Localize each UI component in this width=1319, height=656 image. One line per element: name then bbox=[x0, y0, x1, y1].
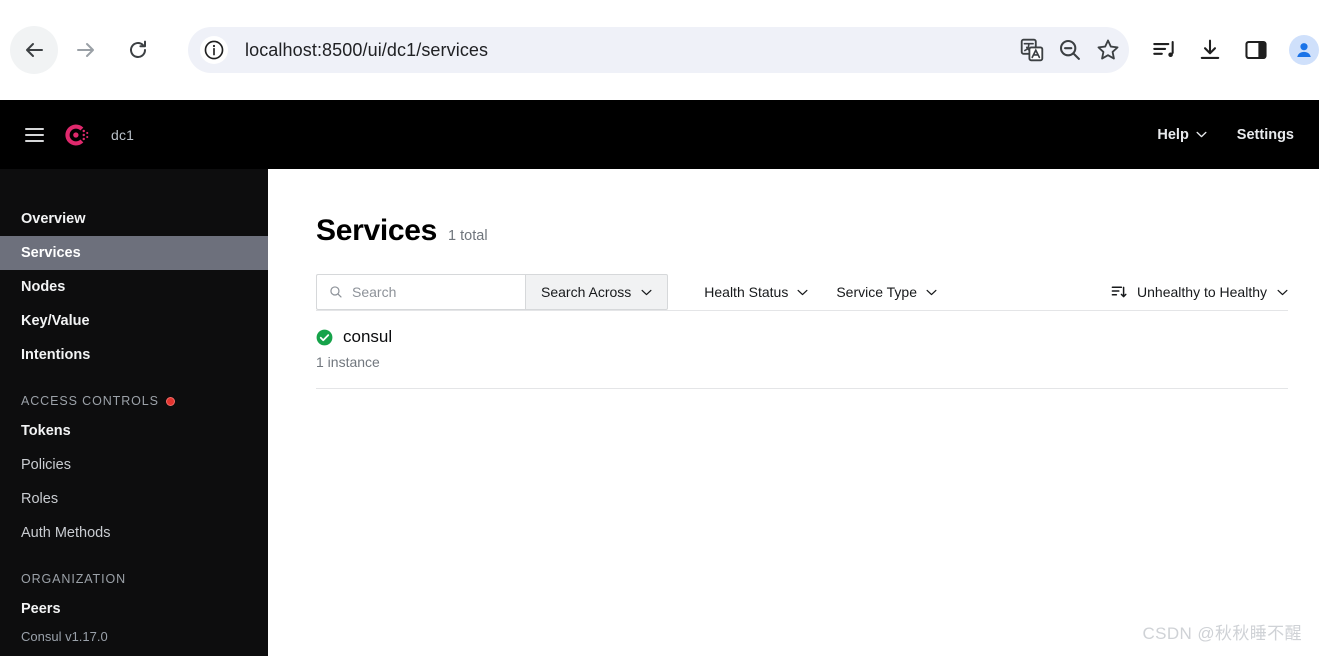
sidebar-item-roles[interactable]: Roles bbox=[0, 482, 268, 516]
translate-icon[interactable] bbox=[1019, 37, 1045, 63]
chevron-down-icon bbox=[1277, 289, 1288, 295]
zoom-out-icon[interactable] bbox=[1057, 37, 1083, 63]
sidebar-item-intentions[interactable]: Intentions bbox=[0, 338, 268, 372]
forward-arrow-icon bbox=[77, 43, 94, 57]
url-text: localhost:8500/ui/dc1/services bbox=[245, 39, 489, 60]
sidebar-section-organization: ORGANIZATION bbox=[0, 566, 268, 592]
main-content: Services 1 total Search Search Across He… bbox=[268, 169, 1319, 656]
back-button[interactable] bbox=[10, 26, 58, 74]
sidebar-item-tokens[interactable]: Tokens bbox=[0, 414, 268, 448]
health-status-filter[interactable]: Health Status bbox=[690, 274, 822, 310]
profile-avatar[interactable] bbox=[1289, 35, 1319, 65]
bookmark-star-icon[interactable] bbox=[1095, 37, 1121, 63]
search-across-label: Search Across bbox=[541, 284, 632, 300]
sidebar-item-auth-methods[interactable]: Auth Methods bbox=[0, 516, 268, 550]
reload-icon bbox=[130, 40, 146, 58]
sidebar-item-overview[interactable]: Overview bbox=[0, 202, 268, 236]
side-panel-icon[interactable] bbox=[1243, 37, 1269, 63]
chevron-down-icon bbox=[926, 289, 937, 295]
search-placeholder: Search bbox=[352, 284, 397, 300]
search-group: Search Search Across bbox=[316, 274, 669, 310]
csdn-watermark: CSDN @秋秋睡不醒 bbox=[1142, 624, 1302, 643]
settings-link[interactable]: Settings bbox=[1237, 127, 1294, 143]
datacenter-name[interactable]: dc1 bbox=[111, 127, 134, 143]
hamburger-menu-icon[interactable] bbox=[25, 127, 44, 142]
sidebar-section-access-controls: ACCESS CONTROLS bbox=[0, 388, 268, 414]
page-header: Services 1 total bbox=[316, 214, 1319, 248]
consul-logo-icon[interactable] bbox=[64, 122, 90, 148]
help-menu[interactable]: Help bbox=[1157, 126, 1207, 143]
browser-actions bbox=[1151, 35, 1319, 65]
media-playlist-icon[interactable] bbox=[1151, 37, 1177, 63]
red-dot-indicator-icon bbox=[165, 396, 175, 406]
app-header: dc1 Help Settings bbox=[0, 100, 1319, 169]
chevron-down-icon bbox=[1196, 131, 1207, 138]
service-type-filter[interactable]: Service Type bbox=[822, 274, 951, 310]
site-info-button[interactable] bbox=[200, 36, 228, 64]
address-bar[interactable]: localhost:8500/ui/dc1/services bbox=[188, 27, 1129, 73]
site-info-icon bbox=[204, 40, 224, 60]
sort-dropdown[interactable]: Unhealthy to Healthy bbox=[1111, 274, 1288, 310]
access-controls-label: ACCESS CONTROLS bbox=[21, 394, 159, 408]
download-icon[interactable] bbox=[1197, 37, 1223, 63]
service-count: 1 total bbox=[448, 228, 488, 244]
back-arrow-icon bbox=[26, 43, 43, 57]
service-title-row: consul bbox=[316, 327, 1288, 347]
sidebar-item-peers[interactable]: Peers bbox=[0, 592, 268, 626]
service-list-item[interactable]: consul 1 instance bbox=[316, 311, 1288, 388]
reload-button[interactable] bbox=[114, 26, 162, 74]
sort-label: Unhealthy to Healthy bbox=[1137, 284, 1267, 300]
sidebar-item-nodes[interactable]: Nodes bbox=[0, 270, 268, 304]
service-name: consul bbox=[343, 327, 393, 346]
sort-descending-icon bbox=[1111, 286, 1127, 298]
health-status-label: Health Status bbox=[704, 284, 789, 300]
chevron-down-icon bbox=[641, 289, 652, 295]
page-title: Services bbox=[316, 214, 438, 247]
search-icon bbox=[330, 286, 342, 298]
service-type-label: Service Type bbox=[836, 284, 917, 300]
sidebar-item-key-value[interactable]: Key/Value bbox=[0, 304, 268, 338]
organization-label: ORGANIZATION bbox=[21, 572, 127, 586]
sidebar-nav: Overview Services Nodes Key/Value Intent… bbox=[0, 169, 268, 656]
chevron-down-icon bbox=[797, 289, 808, 295]
service-row-divider bbox=[316, 388, 1288, 389]
search-across-dropdown[interactable]: Search Across bbox=[525, 274, 669, 310]
search-input[interactable]: Search bbox=[316, 274, 525, 310]
header-actions: Help Settings bbox=[1157, 127, 1294, 143]
forward-button[interactable] bbox=[62, 26, 110, 74]
sidebar-item-services[interactable]: Services bbox=[0, 236, 268, 270]
filter-toolbar: Search Search Across Health Status Servi… bbox=[316, 274, 1288, 310]
consul-version: Consul v1.17.0 bbox=[21, 629, 108, 644]
browser-toolbar: localhost:8500/ui/dc1/services bbox=[0, 0, 1319, 100]
settings-label: Settings bbox=[1236, 126, 1294, 143]
help-label: Help bbox=[1157, 126, 1189, 143]
check-circle-icon bbox=[316, 329, 333, 345]
omnibox-actions bbox=[1019, 27, 1121, 73]
service-instance-count: 1 instance bbox=[316, 354, 380, 370]
sidebar-item-policies[interactable]: Policies bbox=[0, 448, 268, 482]
person-icon bbox=[1297, 43, 1311, 57]
